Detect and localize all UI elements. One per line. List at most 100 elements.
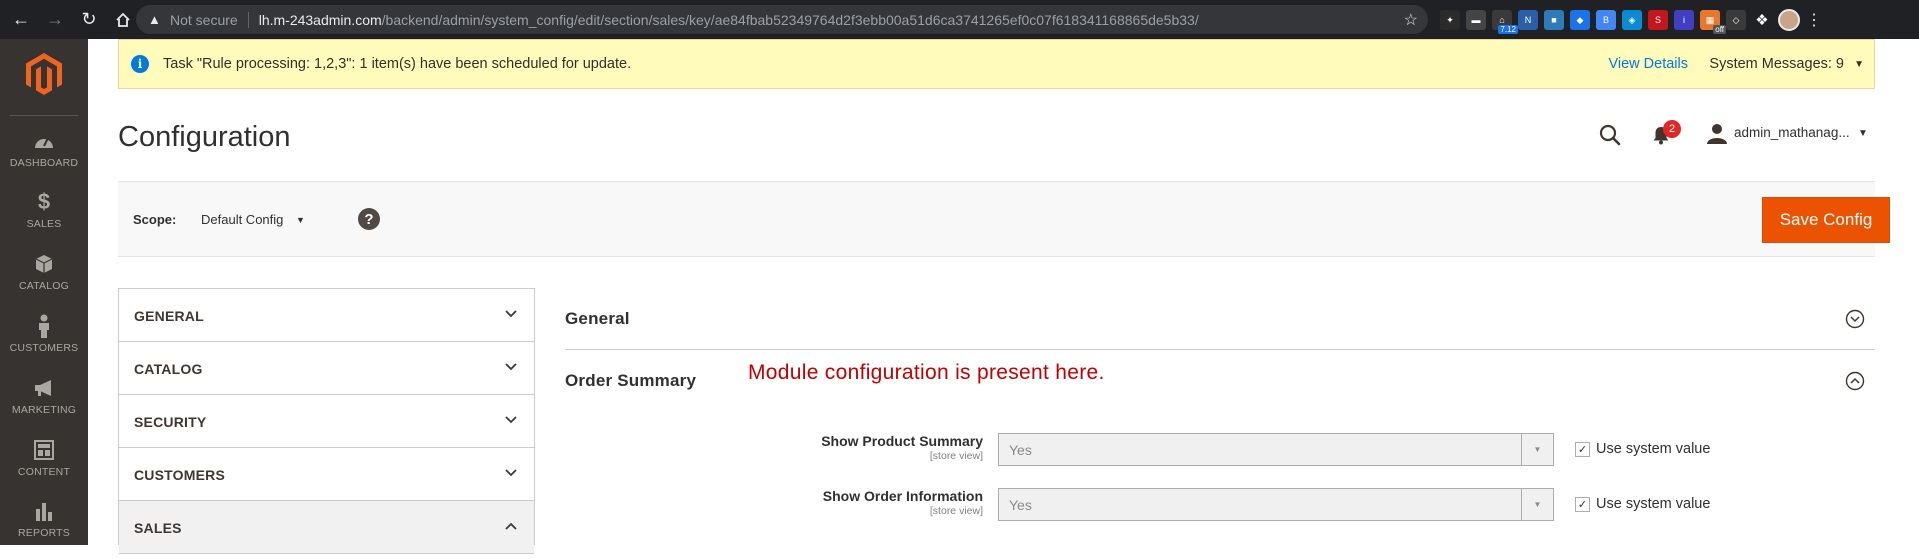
caret-down-icon[interactable]: ▼: [1854, 59, 1864, 70]
security-label: Not secure: [170, 11, 238, 28]
select-value: Yes: [1009, 441, 1032, 458]
field-label-show-product-summary: Show Product Summary [store view]: [683, 433, 983, 462]
layout-icon: [32, 438, 56, 462]
extensions-row: ✦ ▬ ⌂ 7.12 N ■ ◆ B ◈ S i ▦ off ◇ ❖ ⋮: [1440, 8, 1822, 34]
extension-icon[interactable]: ▬: [1466, 10, 1486, 30]
show-product-summary-select[interactable]: Yes ▼: [998, 433, 1554, 466]
extension-icon[interactable]: ⌂ 7.12: [1492, 10, 1518, 34]
config-tab-sales[interactable]: SALES: [119, 501, 534, 554]
sidebar-item-marketing[interactable]: MARKETING: [0, 376, 88, 436]
dollar-icon: $: [37, 189, 51, 214]
annotation-text: Module configuration is present here.: [748, 361, 1105, 384]
browser-menu-icon[interactable]: ⋮: [1806, 10, 1822, 30]
profile-avatar[interactable]: [1778, 9, 1800, 31]
field-scope-text: [store view]: [929, 450, 983, 462]
extension-icon[interactable]: i: [1674, 10, 1694, 30]
sidebar-item-label: MARKETING: [11, 404, 77, 416]
admin-username[interactable]: admin_mathanag...: [1734, 125, 1850, 140]
use-system-value-checkbox[interactable]: ✓: [1575, 497, 1590, 512]
admin-sidebar: DASHBOARD $ SALES CATALOG CUSTOMERS MARK…: [0, 39, 88, 545]
sidebar-item-label: DASHBOARD: [9, 157, 79, 169]
view-details-link[interactable]: View Details: [1608, 56, 1688, 72]
select-value: Yes: [1009, 496, 1032, 513]
extension-icon[interactable]: B: [1596, 10, 1616, 30]
sidebar-item-sales[interactable]: $ SALES: [0, 189, 88, 250]
config-tab-catalog[interactable]: CATALOG: [119, 342, 534, 395]
sidebar-item-customers[interactable]: CUSTOMERS: [0, 314, 88, 374]
user-icon[interactable]: [1706, 122, 1728, 144]
puzzle-icon[interactable]: ❖: [1752, 10, 1772, 30]
config-tab-security[interactable]: SECURITY: [119, 395, 534, 448]
sidebar-item-catalog[interactable]: CATALOG: [0, 252, 88, 312]
extension-icon[interactable]: ◆: [1570, 10, 1590, 30]
sidebar-item-content[interactable]: CONTENT: [0, 438, 88, 498]
field-scope-text: [store view]: [929, 505, 983, 517]
bar-chart-icon: [32, 499, 56, 523]
config-tab-general[interactable]: GENERAL: [119, 289, 534, 342]
help-icon[interactable]: ?: [358, 208, 380, 230]
dashboard-icon: [32, 129, 56, 153]
cube-icon: [32, 252, 56, 276]
chevron-down-icon: [505, 416, 517, 424]
config-section-title: Order Summary: [565, 371, 697, 390]
search-icon[interactable]: [1598, 123, 1622, 147]
collapse-circle-icon[interactable]: [1845, 371, 1865, 391]
extension-icon[interactable]: ◈: [1622, 10, 1642, 30]
config-tab-label: SALES: [134, 520, 182, 536]
extension-icon[interactable]: ✦: [1440, 10, 1460, 30]
config-tab-label: CATALOG: [134, 361, 203, 377]
sidebar-item-dashboard[interactable]: DASHBOARD: [0, 129, 88, 189]
config-tab-label: CUSTOMERS: [134, 467, 225, 483]
use-system-value-checkbox[interactable]: ✓: [1575, 442, 1590, 457]
caret-down-icon[interactable]: ▼: [1858, 128, 1868, 139]
person-icon: [32, 314, 56, 338]
scope-label: Scope:: [133, 212, 177, 227]
use-system-value-label[interactable]: Use system value: [1596, 441, 1710, 457]
chevron-down-icon: [505, 310, 517, 318]
forward-icon[interactable]: →: [42, 7, 68, 33]
show-order-information-select[interactable]: Yes ▼: [998, 488, 1554, 521]
scope-toolbar: Scope: Default Config ▼ ? Save Config: [118, 181, 1890, 257]
config-section-title: General: [565, 309, 630, 328]
chevron-up-icon: [505, 522, 517, 530]
chevron-down-icon: [505, 469, 517, 477]
sidebar-item-label: CONTENT: [17, 466, 71, 478]
extension-icon[interactable]: ■: [1544, 10, 1564, 30]
address-bar[interactable]: ▲ Not secure lh.m-243admin.com/backend/a…: [136, 5, 1428, 34]
home-icon[interactable]: [110, 7, 136, 33]
config-tab-label: SECURITY: [134, 414, 207, 430]
reload-icon[interactable]: ↻: [76, 7, 102, 33]
expand-circle-icon[interactable]: [1845, 309, 1865, 329]
system-message-text: Task "Rule processing: 1,2,3": 1 item(s)…: [163, 56, 632, 72]
extension-icon[interactable]: ▦ off: [1700, 10, 1726, 34]
url-host: lh.m-243admin.com: [258, 11, 382, 28]
magento-logo-icon[interactable]: [26, 53, 62, 95]
extension-icon[interactable]: S: [1648, 10, 1668, 30]
sidebar-item-reports[interactable]: REPORTS: [0, 499, 88, 559]
extension-badge: 7.12: [1498, 25, 1518, 34]
system-messages-toggle[interactable]: System Messages: 9: [1709, 56, 1844, 72]
browser-toolbar: ← → ↻ ▲ Not secure lh.m-243admin.com/bac…: [0, 0, 1919, 39]
extension-badge: off: [1713, 25, 1726, 34]
config-tab-label: GENERAL: [134, 308, 204, 324]
info-icon: i: [131, 55, 149, 73]
bookmark-star-icon[interactable]: ☆: [1404, 10, 1418, 30]
select-arrow-icon: ▼: [1521, 489, 1553, 520]
main-content: i Task "Rule processing: 1,2,3": 1 item(…: [88, 39, 1919, 554]
shield-icon[interactable]: ◇: [1726, 10, 1746, 30]
sidebar-item-label: CATALOG: [18, 280, 70, 292]
save-config-button[interactable]: Save Config: [1762, 197, 1890, 243]
field-label-show-order-information: Show Order Information [store view]: [683, 488, 983, 517]
caret-down-icon[interactable]: ▼: [296, 215, 305, 225]
sidebar-item-label: CUSTOMERS: [9, 342, 79, 354]
use-system-value-label[interactable]: Use system value: [1596, 496, 1710, 512]
extension-icon[interactable]: N: [1518, 10, 1538, 30]
select-arrow-icon: ▼: [1521, 434, 1553, 465]
scope-switcher[interactable]: Default Config: [201, 212, 283, 227]
notification-count-badge: 2: [1663, 120, 1681, 138]
warning-icon: ▲: [148, 12, 161, 27]
page-title: Configuration: [118, 121, 291, 153]
back-icon[interactable]: ←: [8, 7, 34, 33]
config-tab-customers[interactable]: CUSTOMERS: [119, 448, 534, 501]
config-tabs-nav: GENERAL CATALOG SECURITY CUSTOMERS SALES: [118, 288, 535, 554]
